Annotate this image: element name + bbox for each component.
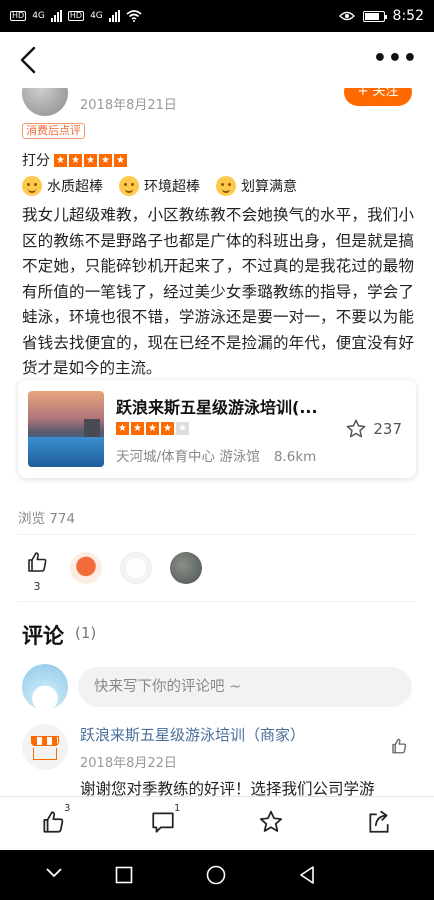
like-count: 3	[33, 580, 41, 593]
top-nav-bar: •••	[0, 32, 434, 88]
home-button-icon[interactable]	[206, 865, 226, 885]
star-icon-empty: ★	[176, 422, 189, 435]
star-icon-filled: ★	[161, 422, 174, 435]
star-icon-filled: ★	[99, 153, 112, 167]
star-icon-filled: ★	[116, 422, 129, 435]
hide-keyboard-icon[interactable]	[45, 867, 63, 879]
like-action-button[interactable]: 3	[40, 803, 70, 839]
more-options-button[interactable]: •••	[373, 46, 418, 71]
hd-badge-2: HD	[67, 11, 85, 21]
shop-rating-stars: ★ ★ ★ ★ ★	[116, 422, 189, 435]
share-action-button[interactable]	[366, 809, 392, 839]
like-button[interactable]: 3	[22, 550, 52, 593]
smile-icon	[22, 176, 42, 196]
comments-title: 评论	[22, 624, 64, 648]
review-text: 我女儿超级难教，小区教练教不会她换气的水平，我们小区的教练不是野路子也都是广体的…	[22, 206, 414, 377]
feature-tags: 水质超棒 环境超棒 划算满意	[22, 176, 297, 196]
signal-icon	[50, 10, 62, 22]
divider	[18, 534, 416, 535]
star-icon-filled: ★	[114, 153, 127, 167]
my-avatar	[22, 664, 68, 710]
comment-action-button[interactable]: 1	[150, 803, 180, 839]
bottom-action-bar: 3 1	[0, 796, 434, 850]
wifi-icon	[126, 10, 142, 22]
smile-icon	[119, 176, 139, 196]
score-row: 打分 ★ ★ ★ ★ ★	[22, 150, 127, 170]
reply-text: 谢谢您对季教练的好评！选择我们公司学游	[80, 780, 375, 796]
battery-icon	[362, 10, 387, 22]
signal-icon-2	[108, 10, 120, 22]
reply-like-icon[interactable]	[390, 737, 408, 755]
feature-label: 环境超棒	[144, 179, 200, 195]
eye-icon	[338, 11, 355, 21]
star-outline-icon	[347, 419, 366, 438]
reply-author[interactable]: 跃浪来斯五星级游泳培训（商家）	[80, 724, 305, 745]
feature-item: 划算满意	[216, 176, 297, 196]
favorite-button[interactable]: 237	[345, 418, 402, 440]
shop-meta: 天河城/体育中心 游泳馆 8.6km	[116, 445, 316, 465]
feature-label: 划算满意	[241, 179, 297, 195]
star-icon-filled: ★	[54, 153, 67, 167]
feature-item: 水质超棒	[22, 176, 103, 196]
thumbs-up-icon	[43, 811, 64, 833]
thumbs-up-icon	[28, 552, 47, 572]
shop-icon	[31, 736, 59, 746]
star-outline-icon	[259, 810, 283, 832]
star-icon-filled: ★	[131, 422, 144, 435]
liker-avatar[interactable]	[70, 552, 102, 584]
liker-avatar[interactable]	[120, 552, 152, 584]
reply-date: 2018年8月22日	[80, 756, 177, 771]
comment-action-count: 1	[174, 803, 181, 814]
shop-thumbnail	[28, 391, 104, 467]
feature-label: 水质超棒	[47, 179, 103, 195]
shop-card[interactable]: 跃浪来斯五星级游泳培训(... ★ ★ ★ ★ ★ 天河城/体育中心 游泳馆 8.6km …	[18, 380, 416, 478]
post-content[interactable]: 2018年8月21日 + 关注 消费后点评 打分 ★ ★ ★ ★ ★ 水质超棒 环境超棒…	[0, 32, 434, 796]
like-action-count: 3	[64, 803, 71, 814]
recents-button-icon[interactable]	[115, 866, 133, 884]
share-icon	[369, 810, 389, 833]
comment-icon	[152, 812, 174, 833]
network-label: 4G	[32, 11, 45, 21]
favorite-count: 237	[373, 420, 402, 438]
review-tag: 消费后点评	[22, 123, 85, 139]
star-icon-filled: ★	[69, 153, 82, 167]
network-label-2: 4G	[90, 11, 103, 21]
back-arrow-icon[interactable]	[14, 44, 44, 76]
smile-icon	[216, 176, 236, 196]
likers-list	[70, 552, 202, 584]
comment-input[interactable]: 快来写下你的评论吧 ~	[78, 667, 412, 707]
liker-avatar[interactable]	[170, 552, 202, 584]
star-icon-filled: ★	[84, 153, 97, 167]
comments-count: (1)	[75, 624, 97, 642]
divider	[18, 601, 416, 602]
post-date: 2018年8月21日	[80, 98, 177, 113]
system-nav-bar	[0, 850, 434, 900]
star-icon-filled: ★	[146, 422, 159, 435]
status-bar: HD 4G HD 4G 8:52	[0, 0, 434, 32]
favorite-action-button[interactable]	[258, 809, 284, 839]
view-count: 浏览 774	[18, 511, 76, 527]
rating-stars: ★ ★ ★ ★ ★	[54, 153, 127, 167]
shop-distance: 8.6km	[273, 449, 317, 465]
score-label: 打分	[22, 153, 50, 169]
hd-badge: HD	[10, 11, 27, 21]
shop-name: 跃浪来斯五星级游泳培训(...	[116, 398, 318, 417]
merchant-avatar[interactable]	[22, 724, 68, 770]
feature-item: 环境超棒	[119, 176, 200, 196]
clock: 8:52	[392, 8, 424, 24]
shop-area: 天河城/体育中心 游泳馆	[116, 449, 260, 465]
back-button-icon[interactable]	[298, 865, 318, 885]
